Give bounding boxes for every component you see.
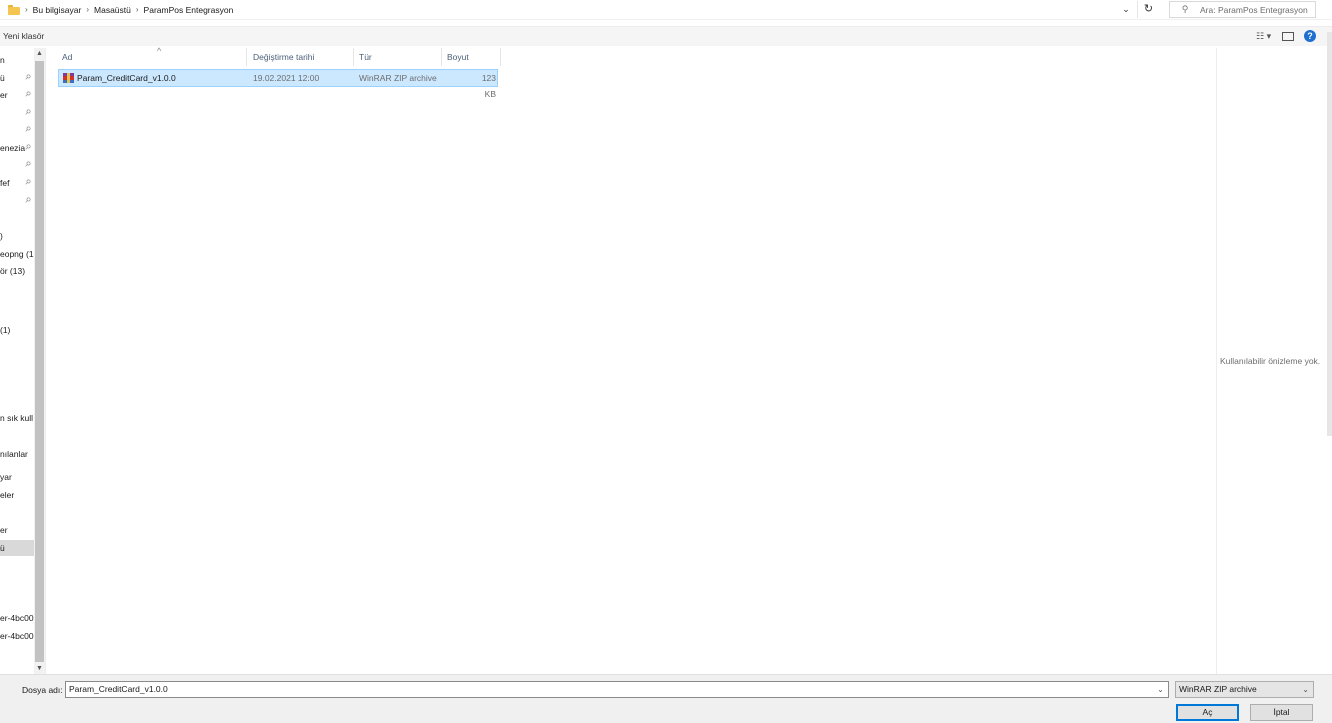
breadcrumb-current-folder[interactable]: ParamPos Entegrasyon	[144, 5, 234, 15]
nav-item-label: eler	[0, 490, 15, 500]
nav-item[interactable]: n sık kull	[0, 410, 34, 426]
open-button[interactable]: Aç	[1176, 704, 1239, 721]
breadcrumb-this-pc[interactable]: Bu bilgisayar	[33, 5, 82, 15]
column-header-name[interactable]: Ad ^	[57, 46, 247, 66]
nav-item[interactable]: ⚲	[0, 122, 34, 138]
search-placeholder: Ara: ParamPos Entegrasyon	[1200, 4, 1308, 15]
column-header-size[interactable]: Boyut	[442, 48, 501, 66]
nav-item[interactable]: (1)	[0, 322, 34, 338]
chevron-down-icon: ⌄	[1302, 685, 1309, 694]
nav-item-label: nılanlar	[0, 449, 28, 459]
dialog-footer: Dosya adı: Param_CreditCard_v1.0.0 ⌄ Win…	[0, 674, 1332, 723]
nav-item[interactable]: ü	[0, 540, 34, 556]
new-folder-button[interactable]: Yeni klasör	[3, 31, 44, 41]
scroll-up-arrow[interactable]: ▲	[34, 48, 45, 59]
refresh-button[interactable]: ↻	[1137, 1, 1159, 18]
breadcrumb[interactable]: › Bu bilgisayar › Masaüstü › ParamPos En…	[2, 1, 1140, 18]
nav-item-label: n sık kull	[0, 413, 34, 423]
nav-item-label: er-4bc00	[0, 613, 34, 623]
nav-item-label: fef	[0, 178, 10, 188]
filename-label: Dosya adı:	[22, 685, 63, 695]
window-edge-scrollbar[interactable]	[1327, 32, 1332, 436]
chevron-right-icon: ›	[25, 5, 28, 14]
nav-item[interactable]: ⚲	[0, 193, 34, 209]
nav-item-label: (1)	[0, 325, 11, 335]
nav-item-label: ü	[0, 73, 5, 83]
nav-item[interactable]: ⚲	[0, 105, 34, 121]
nav-item[interactable]: eopng (1	[0, 246, 34, 262]
nav-item-label: )	[0, 231, 3, 241]
nav-item[interactable]: yar	[0, 469, 34, 485]
no-preview-message: Kullanılabilir önizleme yok.	[1220, 356, 1321, 366]
file-type: WinRAR ZIP archive	[359, 73, 437, 83]
file-name: Param_CreditCard_v1.0.0	[77, 73, 176, 83]
search-icon: ⚲	[1181, 4, 1189, 14]
view-options-icon[interactable]: ☷ ▾	[1256, 30, 1272, 42]
pin-icon: ⚲	[23, 178, 32, 187]
nav-item[interactable]: ⚲	[0, 157, 34, 173]
nav-item[interactable]: )	[0, 228, 34, 244]
folder-icon	[8, 4, 20, 15]
nav-item[interactable]: er-4bc00	[0, 628, 34, 644]
command-bar: Yeni klasör ☷ ▾ ?	[0, 26, 1332, 46]
column-header-type[interactable]: Tür	[354, 48, 442, 66]
cancel-button[interactable]: İptal	[1250, 704, 1313, 721]
file-row[interactable]: Param_CreditCard_v1.0.0 19.02.2021 12:00…	[58, 69, 498, 99]
nav-item-label: yar	[0, 472, 12, 482]
nav-item[interactable]: enezia ⚲	[0, 140, 34, 156]
nav-item-label: er	[0, 90, 8, 100]
nav-item-label: n	[0, 55, 5, 65]
winrar-archive-icon	[63, 73, 74, 83]
help-icon[interactable]: ?	[1304, 30, 1316, 42]
address-history-dropdown[interactable]: ⌄	[1118, 2, 1134, 17]
filename-input[interactable]: Param_CreditCard_v1.0.0	[65, 681, 1169, 698]
search-input[interactable]: ⚲ Ara: ParamPos Entegrasyon	[1169, 1, 1316, 18]
file-type-select[interactable]: WinRAR ZIP archive ⌄	[1175, 681, 1314, 698]
nav-item-label: eopng (1	[0, 249, 34, 259]
pin-icon: ⚲	[23, 108, 32, 117]
nav-item[interactable]: eler	[0, 487, 34, 503]
nav-item[interactable]: er	[0, 522, 34, 538]
nav-item[interactable]: n	[0, 52, 34, 68]
file-type-value: WinRAR ZIP archive	[1179, 684, 1257, 694]
refresh-icon: ↻	[1143, 3, 1154, 15]
nav-item[interactable]: ör (13)	[0, 263, 34, 279]
pin-icon: ⚲	[23, 196, 32, 205]
preview-pane-icon[interactable]	[1282, 31, 1294, 41]
nav-item-label: er-4bc00	[0, 631, 34, 641]
pin-icon: ⚲	[23, 160, 32, 169]
address-bar: › Bu bilgisayar › Masaüstü › ParamPos En…	[0, 0, 1332, 20]
nav-item-label: er	[0, 525, 8, 535]
pin-icon: ⚲	[23, 125, 32, 134]
nav-item-label: ör (13)	[0, 266, 26, 276]
pin-icon: ⚲	[23, 90, 32, 99]
pin-icon: ⚲	[23, 73, 32, 82]
breadcrumb-desktop[interactable]: Masaüstü	[94, 5, 131, 15]
nav-item[interactable]: nılanlar	[0, 446, 34, 462]
nav-item[interactable]: ü ⚲	[0, 70, 34, 86]
file-modified: 19.02.2021 12:00	[253, 73, 320, 83]
preview-pane: Kullanılabilir önizleme yok.	[1216, 48, 1327, 674]
file-list: Ad ^ Değiştirme tarihi Tür Boyut Param_C…	[47, 46, 1215, 674]
chevron-down-icon[interactable]: ⌄	[1153, 682, 1168, 697]
chevron-right-icon: ›	[86, 5, 90, 14]
nav-item[interactable]: fef ⚲	[0, 175, 34, 191]
column-header-date-modified[interactable]: Değiştirme tarihi	[248, 48, 354, 66]
sort-ascending-icon: ^	[157, 46, 162, 56]
navigation-pane: er-4bc00 er-4bc00 ü er eler yar nılanlar n sık …	[0, 48, 46, 674]
chevron-right-icon: ›	[135, 5, 139, 14]
scrollbar-thumb[interactable]	[35, 61, 44, 662]
file-size: 123 KB	[481, 73, 496, 99]
nav-scrollbar[interactable]: ▲ ▼	[34, 48, 45, 674]
nav-item[interactable]: er-4bc00	[0, 610, 34, 626]
nav-item[interactable]: er ⚲	[0, 87, 34, 103]
nav-item-label: ü	[0, 543, 5, 553]
scroll-down-arrow[interactable]: ▼	[34, 663, 45, 674]
